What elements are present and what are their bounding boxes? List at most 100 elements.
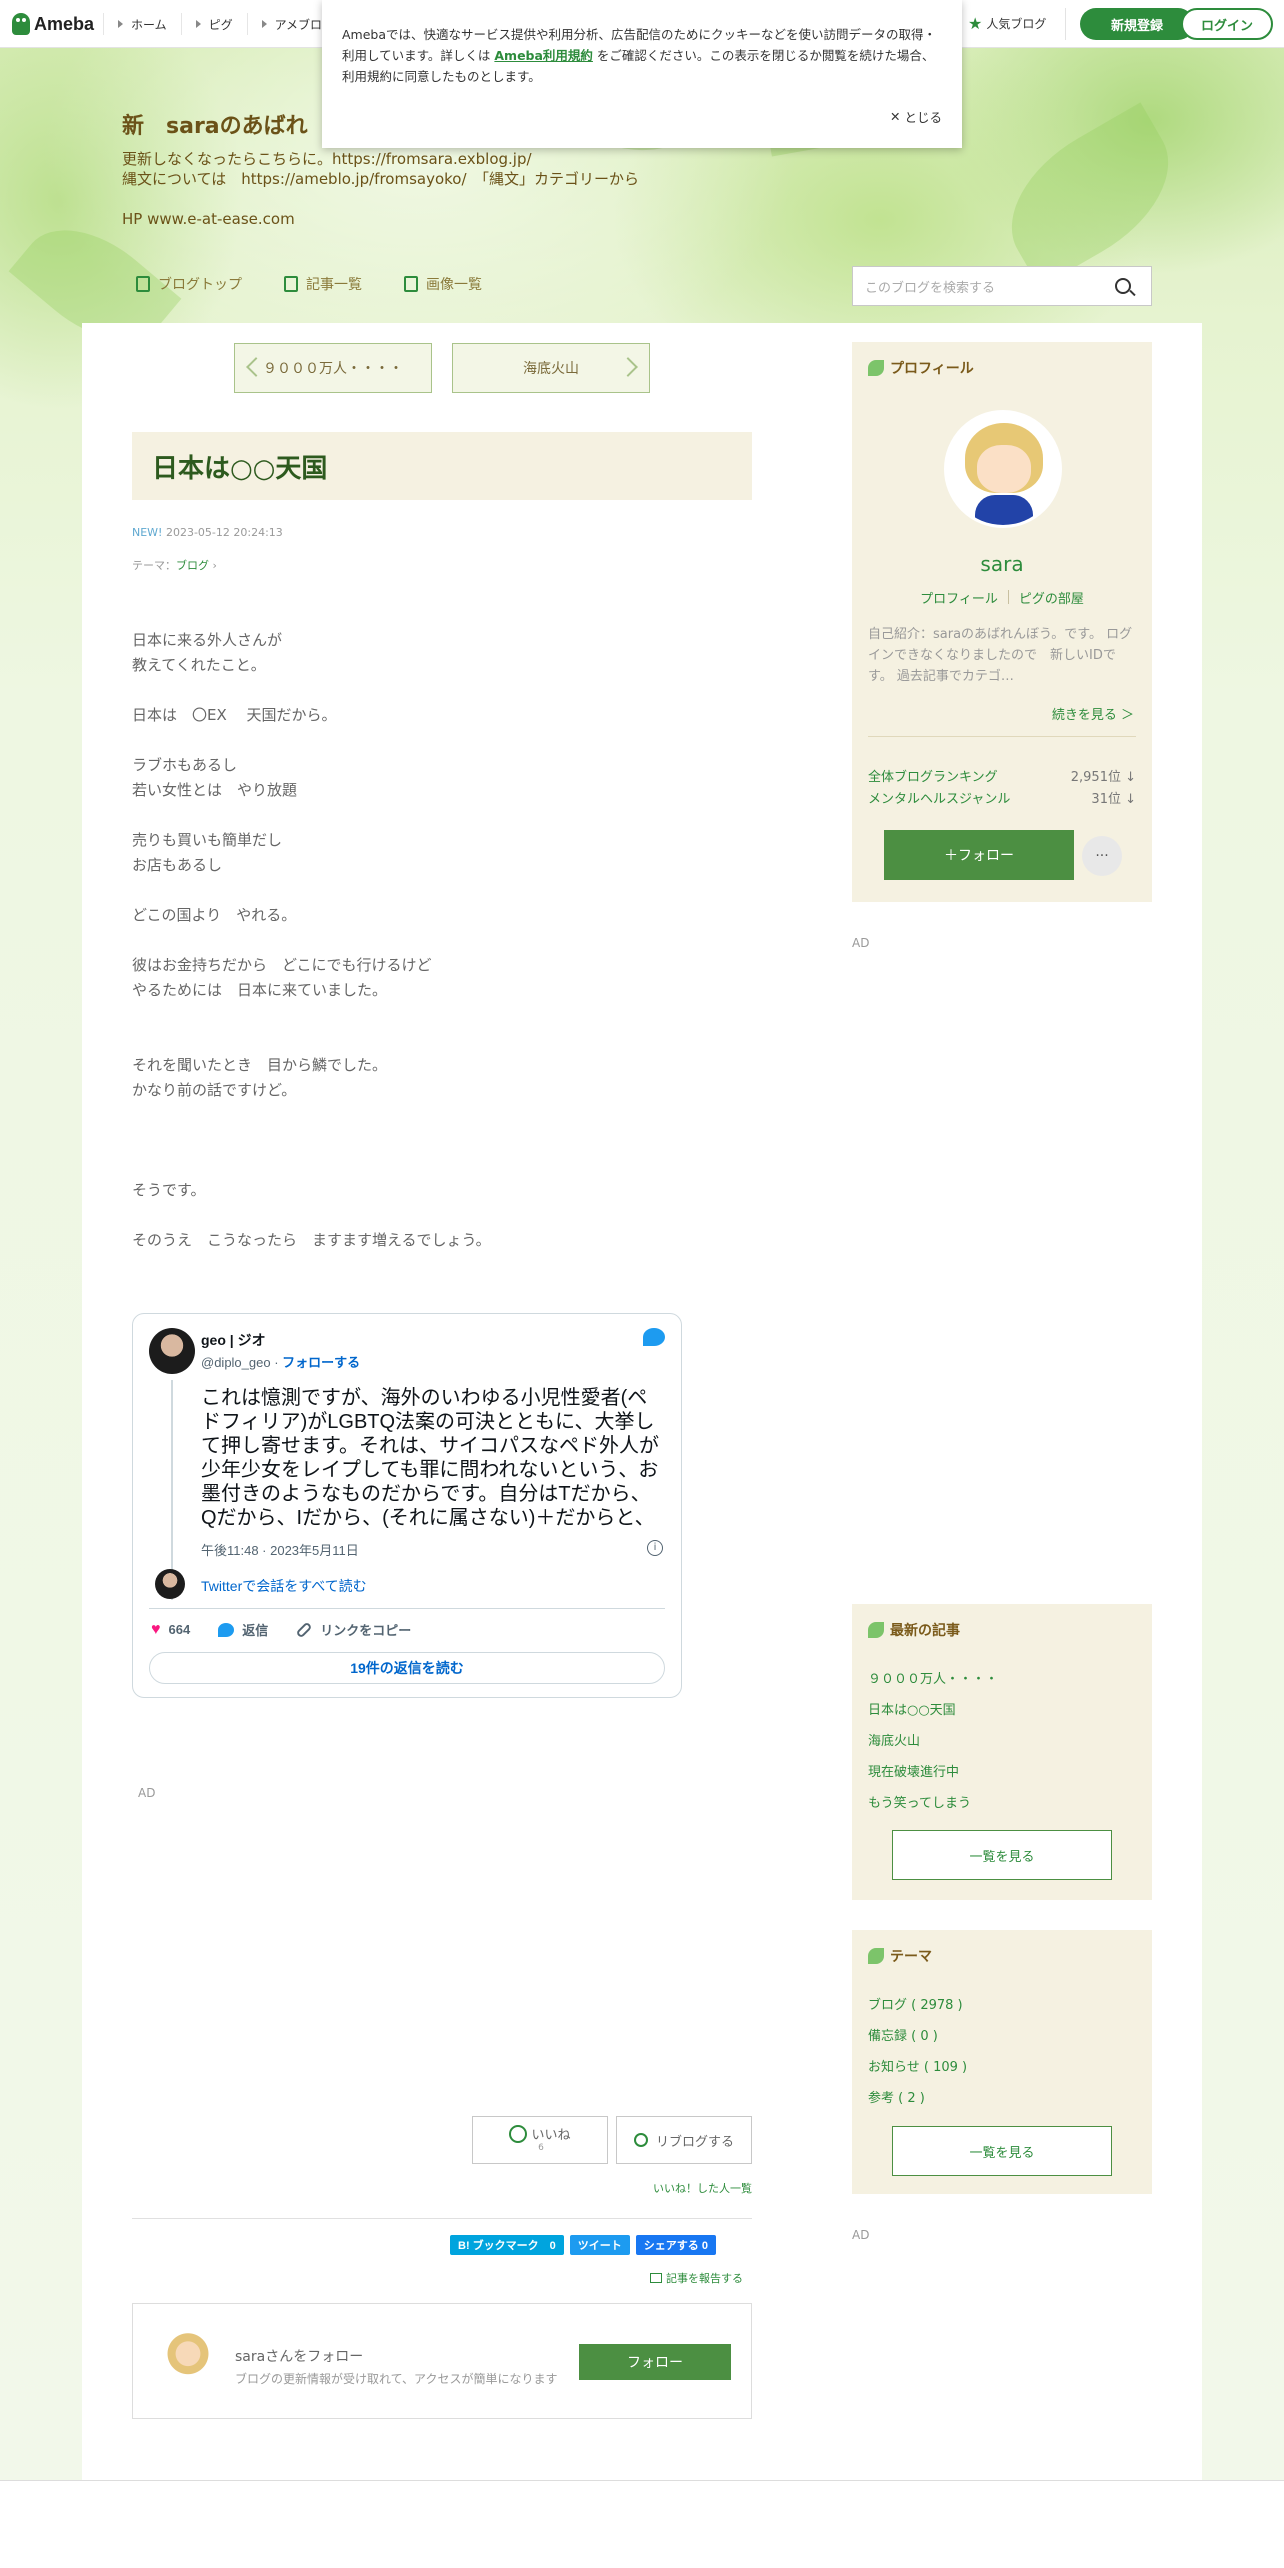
ranking-overall-value: 2,951位 ↓ <box>1070 770 1136 785</box>
read-replies-button[interactable]: 19件の返信を読む <box>149 1652 665 1684</box>
cookie-close-button[interactable]: ✕ とじる <box>890 107 942 126</box>
avatar-body <box>975 495 1033 525</box>
reblog-button[interactable]: リブログする <box>616 2116 752 2164</box>
body-line: かなり前の話ですけど。 <box>132 1081 297 1099</box>
body-line: お店もあるし <box>132 856 223 874</box>
profile-links: プロフィール ピグの部屋 <box>852 588 1152 607</box>
body-line: 教えてくれたこと。 <box>132 656 266 674</box>
profile-name[interactable]: sara <box>852 552 1152 576</box>
recent-heading-label: 最新の記事 <box>890 1623 960 1639</box>
themes-list: ブログ ( 2978 ) 備忘録 ( 0 ) お知らせ ( 109 ) 参考 (… <box>868 1990 1136 2114</box>
cookie-close-label: とじる <box>904 110 942 125</box>
cookie-banner: Amebaでは、快適なサービス提供や利用分析、広告配信のためにクッキーなどを使い… <box>322 0 962 148</box>
body-line: 若い女性とは やり放題 <box>132 781 298 799</box>
theme-label: テーマ： <box>132 559 176 572</box>
tweet-date[interactable]: 午後11:48 · 2023年5月11日 <box>201 1540 359 1559</box>
next-article-button[interactable]: 海底火山 <box>452 343 650 393</box>
list-item[interactable]: もう笑ってしまう <box>868 1788 1136 1819</box>
list-item[interactable]: お知らせ ( 109 ) <box>868 2052 1136 2083</box>
recent-see-all-button[interactable]: 一覧を見る <box>892 1830 1112 1880</box>
nav-home[interactable]: ホーム <box>103 13 181 35</box>
ad-label: AD <box>852 936 870 950</box>
profile-link[interactable]: プロフィール <box>920 588 998 607</box>
more-options-button[interactable]: ··· <box>1082 836 1122 876</box>
reblog-label: リブログする <box>655 2134 734 2150</box>
like-button[interactable]: いいね 6 <box>472 2116 608 2164</box>
profile-follow-button[interactable]: ＋フォロー <box>884 830 1074 880</box>
search-icon[interactable] <box>1115 278 1131 294</box>
ad-label: AD <box>852 2228 870 2242</box>
divider <box>132 2218 752 2219</box>
hatena-bookmark-button[interactable]: B! ブックマーク 0 <box>450 2235 564 2255</box>
tweet-share-button[interactable]: ツイート <box>569 2235 630 2255</box>
blog-nav-images[interactable]: 画像一覧 <box>404 274 482 294</box>
tweet-handle-row: @diplo_geo · フォローする <box>201 1352 360 1371</box>
avatar <box>155 1569 185 1599</box>
ameba-logo-icon <box>12 13 30 35</box>
blog-search-input[interactable]: このブログを検索する <box>852 266 1152 306</box>
list-item[interactable]: 備忘録 ( 0 ) <box>868 2021 1136 2052</box>
facebook-share-button[interactable]: シェアする 0 <box>635 2235 716 2255</box>
search-placeholder: このブログを検索する <box>865 280 996 296</box>
themes-heading: テーマ <box>868 1946 932 1966</box>
prev-article-button[interactable]: ９０００万人・・・・ <box>234 343 432 393</box>
body-line: そのうえ こうなったら ますます増えるでしょう。 <box>132 1231 491 1249</box>
signup-button[interactable]: 新規登録 <box>1080 8 1194 40</box>
ranking-genre: メンタルヘルスジャンル 31位 ↓ <box>868 788 1136 807</box>
ameba-logo[interactable]: Ameba <box>12 12 94 36</box>
theme-link[interactable]: ブログ <box>176 559 209 572</box>
follow-button[interactable]: フォロー <box>579 2344 731 2380</box>
article-datetime: 2023-05-12 20:24:13 <box>165 526 283 539</box>
tweet-follow-link[interactable]: フォローする <box>282 1355 360 1370</box>
body-line <box>132 878 752 903</box>
ranking-overall: 全体ブログランキング 2,951位 ↓ <box>868 766 1136 785</box>
camera-icon <box>404 276 418 292</box>
blog-title[interactable]: 新 saraのあばれ <box>122 108 308 140</box>
ranking-overall-link[interactable]: 全体ブログランキング <box>868 766 998 785</box>
blog-nav-entries[interactable]: 記事一覧 <box>284 274 362 294</box>
list-item[interactable]: 現在破壊進行中 <box>868 1757 1136 1788</box>
terms-link[interactable]: Ameba利用規約 <box>494 48 593 63</box>
profile-intro: 自己紹介：saraのあばれんぼう。です。 ログインできなくなりましたので 新しい… <box>868 627 1133 684</box>
popular-blog-link[interactable]: ★ 人気ブログ <box>968 14 1046 33</box>
profile-follow-label: フォロー <box>958 848 1014 864</box>
read-more-link[interactable]: 続きを見る ＞ <box>1052 704 1134 723</box>
document-icon <box>136 276 150 292</box>
list-item[interactable]: ９０００万人・・・・ <box>868 1664 1136 1695</box>
list-item[interactable]: 海底火山 <box>868 1726 1136 1757</box>
blog-description-line: HP www.e-at-ease.com <box>122 210 295 228</box>
nav-pigg[interactable]: ピグ <box>180 13 247 35</box>
recent-articles-box: 最新の記事 ９０００万人・・・・ 日本は○○天国 海底火山 現在破壊進行中 もう… <box>852 1604 1152 1900</box>
tweet-like-button[interactable]: ♥ 664 <box>151 1620 190 1639</box>
tweet-copy-link-button[interactable]: リンクをコピー <box>295 1620 411 1639</box>
ad-label: AD <box>138 1786 156 1800</box>
prev-article-label: ９０００万人・・・・ <box>263 361 403 377</box>
body-line: 彼はお金持ちだから どこにでも行けるけど <box>132 956 432 974</box>
blog-nav-entries-label: 記事一覧 <box>306 277 362 293</box>
login-button[interactable]: ログイン <box>1181 8 1273 40</box>
list-item[interactable]: 日本は○○天国 <box>868 1695 1136 1726</box>
avatar[interactable] <box>944 410 1062 528</box>
themes-see-all-button[interactable]: 一覧を見る <box>892 2126 1112 2176</box>
info-icon[interactable]: i <box>647 1540 663 1556</box>
blog-nav-top[interactable]: ブログトップ <box>136 274 242 294</box>
twitter-bird-icon[interactable] <box>643 1328 665 1346</box>
ranking-genre-link[interactable]: メンタルヘルスジャンル <box>868 788 1010 807</box>
blog-nav-top-label: ブログトップ <box>158 277 242 293</box>
tweet-author-name[interactable]: geo | ジオ <box>201 1330 266 1350</box>
list-item[interactable]: ブログ ( 2978 ) <box>868 1990 1136 2021</box>
body-line <box>132 803 752 828</box>
avatar[interactable] <box>149 1328 195 1374</box>
report-link[interactable]: 記事を報告する <box>650 2270 743 2286</box>
pigg-room-link[interactable]: ピグの部屋 <box>1019 588 1084 607</box>
popular-blog-label: 人気ブログ <box>986 17 1047 31</box>
copy-icon <box>284 276 298 292</box>
tweet-reply-button[interactable]: 返信 <box>218 1620 268 1639</box>
likes-list-link[interactable]: いいね！した人一覧 <box>640 2180 752 2196</box>
list-item[interactable]: 参考 ( 2 ) <box>868 2083 1136 2114</box>
article-title: 日本は○○天国 <box>132 432 752 500</box>
read-conversation-link[interactable]: Twitterで会話をすべて読む <box>201 1576 367 1596</box>
ameba-logo-text: Ameba <box>34 13 95 34</box>
star-icon: ★ <box>968 14 983 33</box>
recent-heading: 最新の記事 <box>868 1620 960 1640</box>
